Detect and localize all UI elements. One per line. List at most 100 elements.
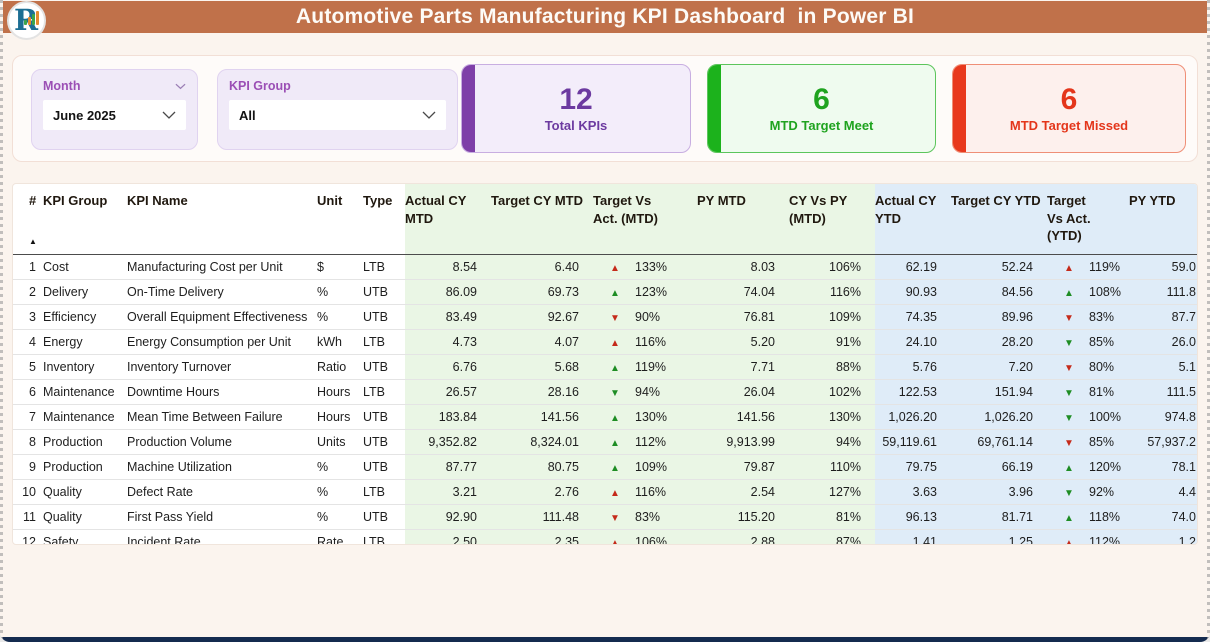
table-row[interactable]: 4 Energy Energy Consumption per Unit kWh LTB… [13,328,1197,354]
type-cell: LTB [363,378,405,404]
table-row[interactable]: 8 Production Production Volume Units UTB 9,35… [13,428,1197,454]
col-header-index[interactable]: # ▲ [13,184,43,254]
actual-cy-ytd-cell: 5.76 [875,353,951,379]
col-header-unit[interactable]: Unit [317,184,363,254]
percent-value: 123% [635,284,667,299]
table-row[interactable]: 1 Cost Manufacturing Cost per Unit $ LTB 8.54… [13,254,1197,279]
col-header-cy-vs-py-mtd[interactable]: CY Vs PY (MTD) [789,184,875,254]
py-ytd-cell: 59.0 [1129,254,1197,279]
trend-up-icon: ▲ [610,437,620,449]
kpi-name-cell: Downtime Hours [127,378,317,404]
kpi-group-cell: Quality [43,503,127,529]
table-row[interactable]: 6 Maintenance Downtime Hours Hours LTB 26.57 2… [13,378,1197,404]
col-header-target-vs-act-mtd[interactable]: Target Vs Act. (MTD) [593,184,697,254]
type-cell: UTB [363,453,405,479]
table-row[interactable]: 7 Maintenance Mean Time Between Failure Hou… [13,403,1197,429]
col-header-actual-cy-ytd[interactable]: Actual CY YTD [875,184,951,254]
dashboard-page: Automotive Parts Manufacturing KPI Dashb… [0,0,1210,642]
py-ytd-cell: 111.8 [1129,278,1197,304]
py-mtd-cell: 26.04 [697,378,789,404]
trend-up-icon: ▲ [610,412,620,424]
trend-down-icon: ▼ [610,387,620,399]
total-kpis-card: 12 Total KPIs [461,64,691,153]
table-row[interactable]: 9 Production Machine Utilization% UTB 87.77 8… [13,453,1197,479]
kpi-group-dropdown[interactable]: All [229,100,446,130]
table-row[interactable]: 12 Safety Incident Rate Rate LTB 2.50 2.35 ▲ 106… [13,528,1197,544]
col-header-target-vs-act-ytd[interactable]: Target Vs Act. (YTD) [1047,184,1129,254]
unit-cell: Hours [317,378,363,404]
percent-value: 94% [635,384,661,399]
type-cell: LTB [363,328,405,354]
py-mtd-cell: 2.88 [697,528,789,544]
target-vs-actual-cell: ▲ 133% [593,254,697,279]
unit-cell: Units [317,428,363,454]
col-header-actual-cy-mtd[interactable]: Actual CY MTD [405,184,491,254]
py-mtd-cell: 5.20 [697,328,789,354]
kpi-group-cell: Maintenance [43,378,127,404]
kpi-name-cell: Mean Time Between Failure [127,403,317,429]
py-mtd-cell: 141.56 [697,403,789,429]
table-row[interactable]: 3 Efficiency Overall Equipment Effectivene… [13,303,1197,329]
py-mtd-cell: 74.04 [697,278,789,304]
kpi-name-cell: Machine Utilization [127,453,317,479]
row-index: 7 [13,403,43,429]
type-cell: UTB [363,503,405,529]
table-row[interactable]: 5 Inventory Inventory Turnover Ratio UTB 6.76… [13,353,1197,379]
col-header-type[interactable]: Type [363,184,405,254]
cy-vs-py-mtd-cell: 88% [789,353,875,379]
col-header-target-cy-mtd[interactable]: Target CY MTD [491,184,593,254]
month-dropdown[interactable]: June 2025 [43,100,186,130]
target-cy-ytd-cell: 66.19 [951,453,1047,479]
percent-value: 83% [1089,309,1115,324]
kpi-group-slicer-label: KPI Group [229,79,291,93]
actual-cy-mtd-cell: 2.50 [405,528,491,544]
py-mtd-cell: 9,913.99 [697,428,789,454]
actual-cy-mtd-cell: 9,352.82 [405,428,491,454]
target-cy-ytd-cell: 52.24 [951,254,1047,279]
col-header-py-mtd[interactable]: PY MTD [697,184,789,254]
table-row[interactable]: 10 Quality Defect Rate% LTB 3.21 2.76 ▲ 116% 2.5… [13,478,1197,504]
logo-barchart-icon [24,11,39,25]
percent-value: 90% [635,309,661,324]
table-row[interactable]: 2 Delivery On-Time Delivery% UTB 86.09 69.73 ▲… [13,278,1197,304]
card-accent-bar [953,65,966,152]
target-vs-actual-cell: ▲ 108% [1047,278,1129,304]
target-cy-ytd-cell: 7.20 [951,353,1047,379]
py-mtd-cell: 79.87 [697,453,789,479]
type-cell: LTB [363,528,405,544]
target-cy-mtd-cell: 2.76 [491,478,593,504]
col-header-py-ytd[interactable]: PY YTD [1129,184,1197,254]
col-header-kpi-group[interactable]: KPI Group [43,184,127,254]
target-cy-ytd-cell: 151.94 [951,378,1047,404]
percent-value: 118% [1089,509,1121,524]
total-kpis-value: 12 [559,82,593,116]
sort-ascending-icon[interactable]: ▲ [29,237,37,248]
percent-value: 112% [635,434,667,449]
percent-value: 83% [635,509,661,524]
col-header-kpi-name[interactable]: KPI Name [127,184,317,254]
slicer-collapse-chevron-icon[interactable] [175,83,186,90]
kpi-group-cell: Inventory [43,353,127,379]
trend-down-icon: ▼ [610,512,620,524]
trend-up-icon: ▲ [610,362,620,374]
percent-value: 85% [1089,434,1115,449]
target-cy-ytd-cell: 1,026.20 [951,403,1047,429]
actual-cy-ytd-cell: 59,119.61 [875,428,951,454]
target-vs-actual-cell: ▲ 119% [1047,254,1129,279]
actual-cy-ytd-cell: 62.19 [875,254,951,279]
row-index: 2 [13,278,43,304]
kpi-group-cell: Production [43,453,127,479]
percent-value: 109% [635,459,667,474]
kpi-group-cell: Maintenance [43,403,127,429]
table-row[interactable]: 11 Quality First Pass Yield% UTB 92.90 111.48… [13,503,1197,529]
kpi-name-cell: On-Time Delivery [127,278,317,304]
kpi-name-cell: Energy Consumption per Unit [127,328,317,354]
target-vs-actual-cell: ▼ 85% [1047,428,1129,454]
py-ytd-cell: 111.5 [1129,378,1197,404]
actual-cy-mtd-cell: 183.84 [405,403,491,429]
percent-value: 81% [1089,384,1115,399]
type-cell: UTB [363,353,405,379]
col-header-target-cy-ytd[interactable]: Target CY YTD [951,184,1047,254]
cy-vs-py-mtd-cell: 109% [789,303,875,329]
actual-cy-mtd-cell: 83.49 [405,303,491,329]
